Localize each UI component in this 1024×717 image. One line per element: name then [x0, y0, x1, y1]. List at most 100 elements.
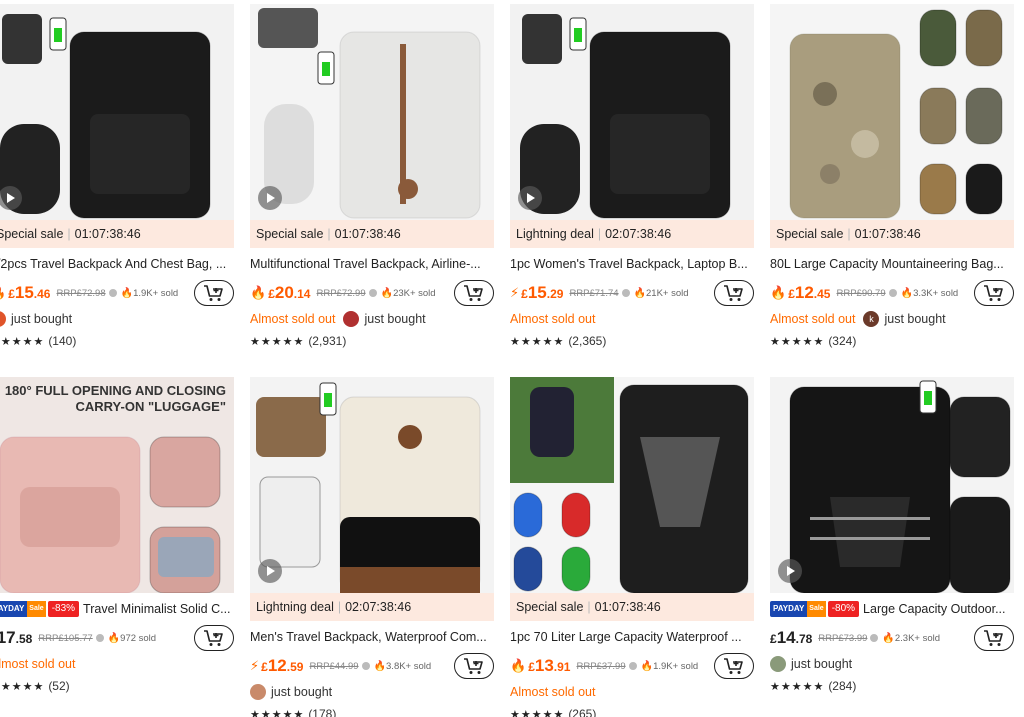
star-rating: ★★★★★: [510, 335, 565, 348]
price: £14.78: [770, 628, 812, 648]
add-to-cart-icon: [724, 285, 743, 301]
info-icon[interactable]: [361, 662, 370, 670]
add-to-cart-button[interactable]: [974, 280, 1014, 306]
price-decimal: .46: [33, 287, 51, 301]
add-to-cart-button[interactable]: [974, 625, 1014, 651]
rating-row[interactable]: ★★★★★ (265): [510, 705, 754, 717]
rating-row[interactable]: ★★★★★ (284): [770, 677, 1014, 695]
product-image[interactable]: [250, 377, 494, 593]
payday-sale-badge: PAYDAYSale-83%: [0, 601, 80, 617]
rating-row[interactable]: ★★★★★(52): [0, 677, 234, 695]
product-image[interactable]: [510, 4, 754, 220]
add-to-cart-button[interactable]: [194, 280, 234, 306]
play-icon[interactable]: [258, 186, 282, 210]
avatar: [0, 311, 6, 327]
product-image[interactable]: [0, 4, 234, 220]
product-banner-text: 180° FULL OPENING AND CLOSING CARRY-ON "…: [4, 383, 226, 414]
info-icon[interactable]: [368, 289, 377, 297]
product-card[interactable]: Lightning deal | 02:07:38:46 1pc Women's Tr…: [510, 4, 754, 350]
product-title-row[interactable]: Men's Travel Backpack, Waterproof Com...: [250, 621, 494, 653]
product-title-row[interactable]: 1pc 70 Liter Large Capacity Waterproof .…: [510, 621, 754, 653]
rrp-price: RRP£72.99: [316, 288, 365, 299]
product-title[interactable]: Multifunctional Travel Backpack, Airline…: [250, 257, 481, 271]
info-icon[interactable]: [870, 634, 879, 642]
product-card[interactable]: Special sale | 01:07:38:46 Multifunctional …: [250, 4, 494, 350]
product-card[interactable]: Special sale | 01:07:38:46 80L Large Capaci…: [770, 4, 1014, 350]
product-title-row[interactable]: 80L Large Capacity Mountaineering Bag...: [770, 248, 1014, 280]
price-currency: £: [528, 660, 535, 674]
deal-separator: |: [597, 227, 602, 241]
info-icon[interactable]: [95, 634, 104, 642]
sold-count: 🔥3.8K+ sold: [374, 661, 432, 672]
review-count: (2,365): [568, 334, 607, 348]
add-to-cart-button[interactable]: [194, 625, 234, 651]
almost-sold-out: Almost sold out: [0, 657, 76, 671]
deal-timer: 01:07:38:46: [334, 227, 401, 241]
price-whole: 12: [794, 283, 814, 302]
discount-badge: -80%: [827, 601, 860, 617]
info-icon[interactable]: [621, 289, 630, 297]
play-icon[interactable]: [778, 559, 802, 583]
product-image-frame[interactable]: [510, 377, 754, 593]
product-image[interactable]: [770, 4, 1014, 220]
product-card[interactable]: Lightning deal | 02:07:38:46 Men's Travel B…: [250, 377, 494, 717]
product-image[interactable]: [510, 377, 754, 593]
product-title-row[interactable]: 1/2pcs Travel Backpack And Chest Bag, ..…: [0, 248, 234, 280]
rating-row[interactable]: ★★★★★(140): [0, 332, 234, 350]
flame-icon: 🔥: [640, 660, 654, 672]
star-rating: ★★★★★: [0, 335, 45, 348]
play-icon[interactable]: [258, 559, 282, 583]
product-card[interactable]: 180° FULL OPENING AND CLOSING CARRY-ON "…: [0, 377, 234, 695]
product-title[interactable]: 1pc 70 Liter Large Capacity Waterproof .…: [510, 630, 742, 644]
add-to-cart-icon: [204, 630, 223, 646]
price-row: 🔥 £20.14 RRP£72.99 🔥23K+ sold: [250, 280, 494, 306]
product-title-row[interactable]: 1pc Women's Travel Backpack, Laptop B...: [510, 248, 754, 280]
review-count: (2,931): [308, 334, 347, 348]
rating-row[interactable]: ★★★★★ (324): [770, 332, 1014, 350]
review-count: (178): [308, 707, 337, 717]
product-title[interactable]: 1/2pcs Travel Backpack And Chest Bag, ..…: [0, 257, 226, 271]
flame-icon: 🔥: [373, 660, 387, 672]
rating-row[interactable]: ★★★★★ (2,931): [250, 332, 494, 350]
rrp-value: RRP£44.99: [309, 660, 359, 672]
product-image[interactable]: [770, 377, 1014, 593]
product-image[interactable]: [250, 4, 494, 220]
flame-icon: 🔥: [107, 632, 121, 644]
product-image-frame[interactable]: [770, 4, 1014, 220]
add-to-cart-button[interactable]: [714, 653, 754, 679]
info-icon[interactable]: [628, 662, 637, 670]
product-image-frame[interactable]: [250, 4, 494, 220]
rating-row[interactable]: ★★★★★ (2,365): [510, 332, 754, 350]
product-title[interactable]: Men's Travel Backpack, Waterproof Com...: [250, 630, 487, 644]
product-card[interactable]: PAYDAY Sale -80% Large Capacity Outdoor... £…: [770, 377, 1014, 695]
price-whole: 14: [776, 628, 796, 647]
play-icon[interactable]: [518, 186, 542, 210]
rrp-value: RRP£73.99: [818, 632, 868, 644]
product-title[interactable]: Large Capacity Outdoor...: [863, 602, 1005, 616]
rating-row[interactable]: ★★★★★ (178): [250, 705, 494, 717]
product-image-frame[interactable]: [770, 377, 1014, 593]
product-image-frame[interactable]: [250, 377, 494, 593]
price-whole: 15: [527, 283, 547, 302]
sold-count: 🔥21K+ sold: [634, 288, 689, 299]
product-title-row[interactable]: PAYDAYSale-83%Travel Minimalist Solid C.…: [0, 593, 234, 625]
product-image-frame[interactable]: [0, 4, 234, 220]
product-title[interactable]: 1pc Women's Travel Backpack, Laptop B...: [510, 257, 748, 271]
price: £12.45: [788, 283, 830, 303]
info-icon[interactable]: [888, 289, 897, 297]
rrp-price: RRP£90.79: [836, 288, 885, 299]
product-image-frame[interactable]: 180° FULL OPENING AND CLOSING CARRY-ON "…: [0, 377, 234, 593]
product-card[interactable]: Special sale | 01:07:38:46 1/2pcs Travel Ba…: [0, 4, 234, 350]
add-to-cart-button[interactable]: [454, 653, 494, 679]
product-title-row[interactable]: Multifunctional Travel Backpack, Airline…: [250, 248, 494, 280]
product-image-frame[interactable]: [510, 4, 754, 220]
add-to-cart-button[interactable]: [454, 280, 494, 306]
product-title[interactable]: 80L Large Capacity Mountaineering Bag...: [770, 257, 1004, 271]
product-title-row[interactable]: PAYDAY Sale -80% Large Capacity Outdoor...: [770, 593, 1014, 625]
almost-sold-out: Almost sold out: [510, 312, 596, 326]
info-icon[interactable]: [108, 289, 117, 297]
add-to-cart-button[interactable]: [714, 280, 754, 306]
product-card[interactable]: Special sale | 01:07:38:46 1pc 70 Liter Lar…: [510, 377, 754, 717]
sale-label: Sale: [27, 601, 46, 617]
product-title[interactable]: Travel Minimalist Solid C...: [83, 602, 231, 616]
